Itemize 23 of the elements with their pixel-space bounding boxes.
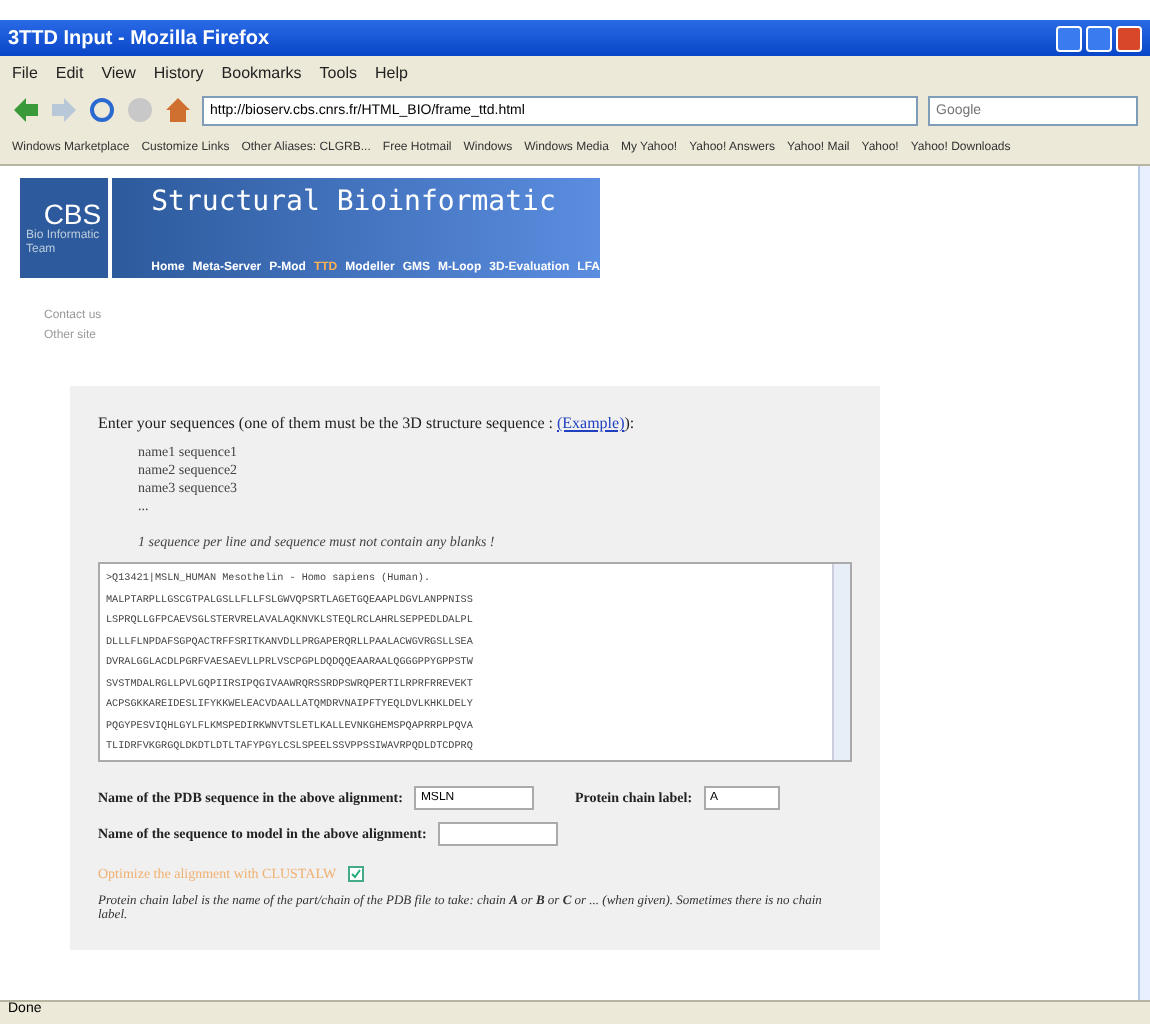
menu-item[interactable]: Help: [374, 63, 408, 81]
home-icon[interactable]: [164, 96, 192, 124]
menu-item[interactable]: File: [12, 63, 38, 81]
banner-title: Structural Bioinformatic: [151, 186, 558, 218]
intro-text: Enter your sequences (one of them must be the 3D structure sequence : (Example)):: [98, 414, 637, 432]
page-scrollbar[interactable]: [1138, 166, 1150, 1000]
sequence-textarea[interactable]: [98, 562, 852, 762]
logo-text: CBS: [43, 198, 102, 231]
window-title: 3TTD Input - Mozilla Firefox: [8, 27, 270, 49]
close-button[interactable]: [1116, 25, 1142, 51]
back-icon[interactable]: [12, 96, 40, 124]
menu-item[interactable]: History: [153, 63, 204, 81]
optimize-checkbox[interactable]: [348, 866, 365, 882]
minimize-button[interactable]: [1056, 25, 1082, 51]
model-field[interactable]: [438, 822, 559, 846]
maximize-button[interactable]: [1086, 25, 1112, 51]
example-link[interactable]: (Example): [556, 414, 625, 432]
menu-item[interactable]: View: [101, 63, 136, 81]
reload-icon[interactable]: [88, 96, 116, 124]
scrollbar[interactable]: [832, 564, 850, 760]
menu-item[interactable]: Edit: [55, 63, 84, 81]
menu-item[interactable]: Bookmarks: [221, 63, 302, 81]
menu-item[interactable]: Tools: [319, 63, 357, 81]
